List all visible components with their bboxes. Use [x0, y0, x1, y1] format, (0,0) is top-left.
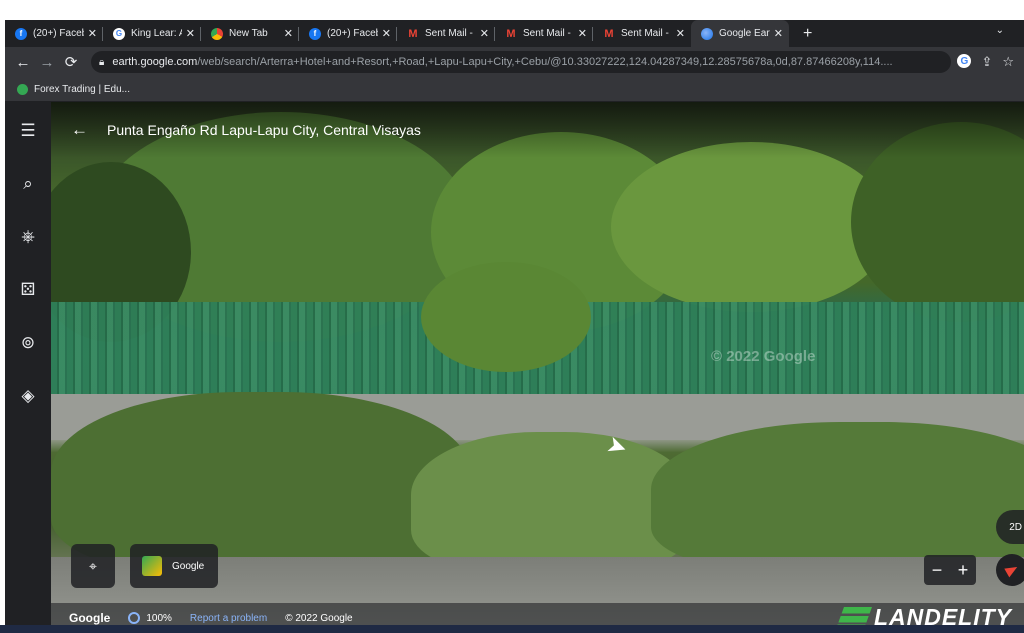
tab-sent-mail-1[interactable]: M Sent Mail - b ✕ [397, 20, 495, 47]
gmail-icon: M [408, 27, 418, 40]
pegman-button[interactable]: Google [130, 544, 218, 588]
chrome-icon [211, 27, 223, 40]
tab-facebook-1[interactable]: f (20+) Facebo ✕ [5, 20, 103, 47]
google-lens-icon[interactable]: G [957, 54, 972, 68]
close-icon[interactable]: ✕ [186, 27, 195, 40]
bookmark-label: Forex Trading | Edu... [34, 83, 130, 95]
tab-google-earth[interactable]: Google Earth ✕ [691, 20, 789, 47]
recenter-button[interactable]: ⌖ [71, 544, 115, 588]
bookmark-favicon-icon [17, 83, 28, 95]
close-icon[interactable]: ✕ [88, 27, 97, 40]
place-header: ← Punta Engaño Rd Lapu-Lapu City, Centra… [51, 102, 1024, 158]
street-view-panorama[interactable]: © 2022 Google ← Punta Engaño Rd Lapu-Lap… [51, 102, 1024, 633]
zoom-out-button[interactable]: − [932, 560, 943, 581]
tab-search-button[interactable]: ⌄ [996, 25, 1004, 36]
tab-sent-mail-3[interactable]: M Sent Mail - re ✕ [593, 20, 691, 47]
new-tab-button[interactable]: + [803, 25, 812, 43]
tab-strip: f (20+) Facebo ✕ G King Lear: A T ✕ New … [5, 20, 1024, 47]
location-target-icon: ⌖ [89, 557, 97, 574]
gmail-icon: M [506, 27, 516, 40]
back-button[interactable]: ← [11, 54, 35, 71]
tab-title: Sent Mail - b [425, 28, 476, 39]
tab-title: Google Earth [719, 28, 770, 39]
bookmark-forex-trading[interactable]: Forex Trading | Edu... [17, 83, 130, 95]
tab-title: King Lear: A T [131, 28, 182, 39]
close-icon[interactable]: ✕ [382, 27, 391, 40]
projects-icon[interactable]: ⊚ [14, 329, 42, 356]
url-path: /web/search/Arterra+Hotel+and+Resort,+Ro… [197, 56, 893, 68]
voyager-icon[interactable]: ⎈ [14, 223, 42, 250]
bookmark-star-icon[interactable]: ☆ [1002, 54, 1014, 70]
forward-button[interactable]: → [35, 54, 59, 71]
os-taskbar [0, 625, 1024, 633]
zoom-in-button[interactable]: + [958, 560, 969, 581]
share-icon[interactable]: ⇪ [981, 54, 992, 70]
facebook-icon: f [15, 27, 27, 40]
imagery-watermark: © 2022 Google [711, 348, 816, 365]
tab-sent-mail-2[interactable]: M Sent Mail - c ✕ [495, 20, 593, 47]
copyright-text: © 2022 Google [285, 612, 353, 624]
back-arrow-icon[interactable]: ← [71, 120, 88, 140]
tab-title: (20+) Facebo [327, 28, 378, 39]
bookmarks-bar: Forex Trading | Edu... [5, 77, 1024, 102]
close-icon[interactable]: ✕ [284, 27, 293, 40]
tab-title: (20+) Facebo [33, 28, 84, 39]
search-icon[interactable]: ⌕ [14, 170, 42, 197]
gmail-icon: M [604, 27, 614, 40]
browser-toolbar: ← → ⟳ 🔒︎ earth.google.com/web/search/Art… [5, 47, 1024, 77]
close-icon[interactable]: ✕ [578, 27, 587, 40]
url-domain: earth.google.com [112, 56, 198, 68]
close-icon[interactable]: ✕ [480, 27, 489, 40]
earth-icon [701, 27, 713, 40]
feeling-lucky-icon[interactable]: ⚄ [14, 276, 42, 303]
reload-button[interactable]: ⟳ [59, 53, 83, 71]
facebook-icon: f [309, 27, 321, 40]
map-style-icon[interactable]: ◈ [14, 382, 42, 409]
tab-king-lear[interactable]: G King Lear: A T ✕ [103, 20, 201, 47]
tab-title: Sent Mail - c [523, 28, 574, 39]
compass-button[interactable] [996, 554, 1024, 586]
tab-title: New Tab [229, 28, 268, 39]
tab-new-tab[interactable]: New Tab ✕ [201, 20, 299, 47]
close-icon[interactable]: ✕ [676, 27, 685, 40]
report-problem-link[interactable]: Report a problem [190, 613, 267, 624]
toggle-2d-button[interactable]: 2D [996, 510, 1024, 544]
left-nav-rail: ☰ ⌕ ⎈ ⚄ ⊚ ◈ [5, 102, 51, 633]
menu-icon[interactable]: ☰ [14, 117, 42, 144]
tab-facebook-2[interactable]: f (20+) Facebo ✕ [299, 20, 397, 47]
tab-title: Sent Mail - re [621, 28, 672, 39]
lock-icon: 🔒︎ [99, 56, 105, 68]
pegman-label: Google [172, 560, 205, 572]
address-bar[interactable]: 🔒︎ earth.google.com/web/search/Arterra+H… [91, 51, 952, 73]
close-icon[interactable]: ✕ [774, 27, 783, 40]
google-earth-app: ☰ ⌕ ⎈ ⚄ ⊚ ◈ © 2022 Google ← Punta Engaño… [5, 102, 1024, 633]
google-icon: G [113, 27, 125, 40]
compass-needle-icon [1004, 562, 1020, 578]
zoom-percent: 100% [146, 612, 172, 624]
place-title: Punta Engaño Rd Lapu-Lapu City, Central … [107, 122, 421, 138]
mode-label: 2D [1009, 521, 1022, 533]
street-view-thumbnail-icon [142, 556, 162, 576]
google-logo: Google [69, 611, 111, 625]
loading-ring-icon [128, 612, 141, 624]
zoom-controls: − + [924, 555, 976, 585]
